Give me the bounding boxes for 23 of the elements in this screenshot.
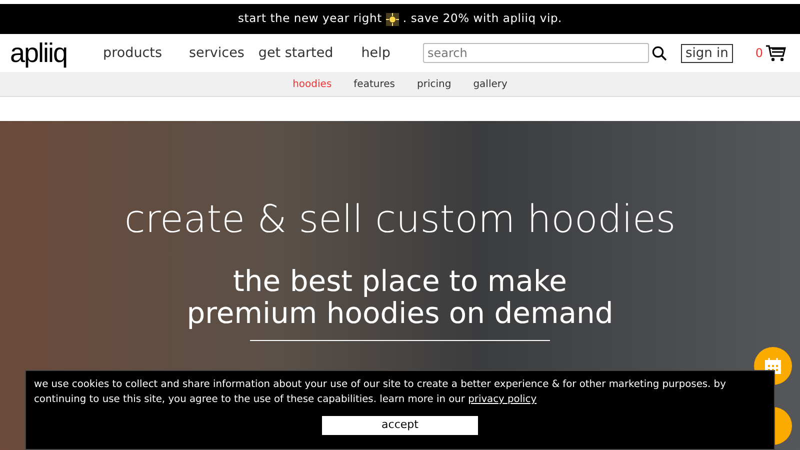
cart-count: 0 xyxy=(755,45,763,62)
nav-link[interactable]: get started xyxy=(258,42,334,64)
subnav-tab[interactable]: features xyxy=(354,76,395,92)
hero-title: create & sell custom hoodies xyxy=(124,197,676,241)
hero-subtitle: premium hoodies on demand xyxy=(186,296,614,330)
promo-text: . save 20% with apliiq vip. xyxy=(402,10,562,28)
promo-text: start the new year right xyxy=(238,10,382,28)
nav-link[interactable]: services xyxy=(189,42,244,64)
accept-button[interactable]: accept xyxy=(322,416,478,435)
hero-subtitle: the best place to make xyxy=(233,264,567,298)
cookie-notice: we use cookies to collect and share information about your use of our site to create a better experience & for other marketing purposes. by continuing to use this site, you agree to the use of these capabilities. learn more in our privacy policy xyxy=(34,378,727,407)
nav-link[interactable]: products xyxy=(103,42,162,64)
nav-link[interactable]: help xyxy=(361,42,390,64)
sign-in-button[interactable]: sign in xyxy=(680,44,734,62)
logo[interactable]: apliiq xyxy=(10,40,68,66)
subnav-tab[interactable]: gallery xyxy=(473,76,508,92)
sun-icon xyxy=(386,12,399,26)
privacy-policy-link[interactable]: privacy policy xyxy=(468,394,537,405)
cart-icon[interactable] xyxy=(766,44,786,62)
search-field[interactable]: search xyxy=(422,43,648,63)
search-icon[interactable] xyxy=(652,46,666,60)
subnav-tab[interactable]: pricing xyxy=(416,76,452,92)
subnav-tab[interactable]: hoodies xyxy=(292,76,332,92)
